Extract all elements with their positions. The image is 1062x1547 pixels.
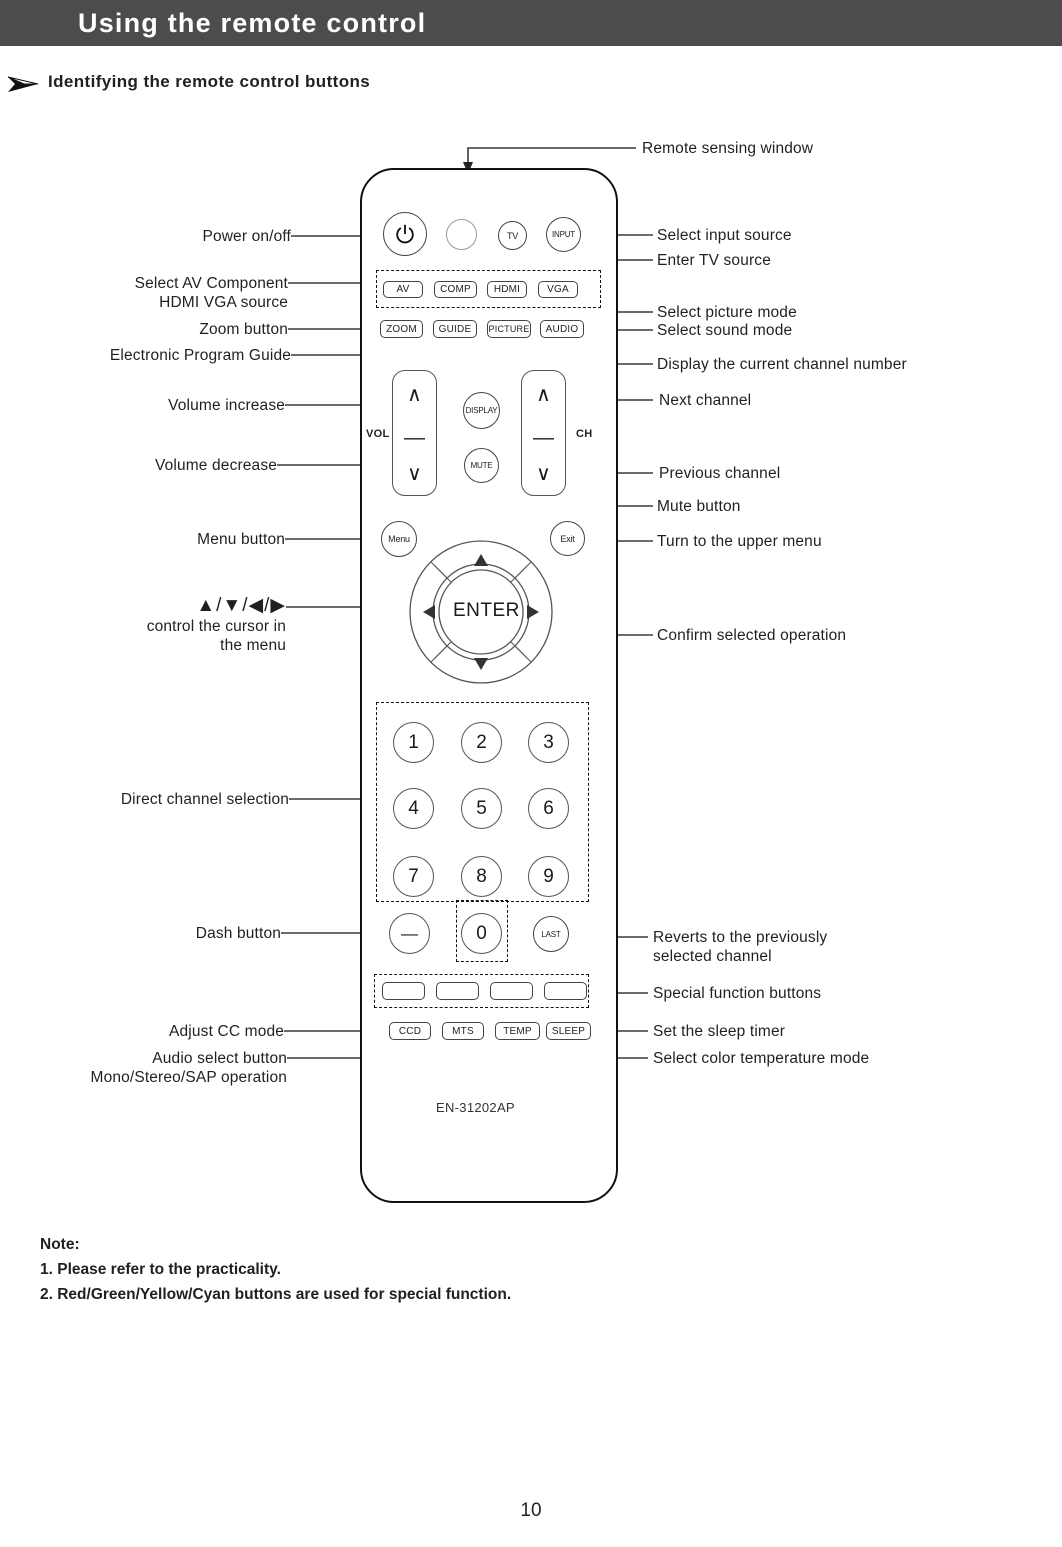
channel-up-glyph[interactable]: ∧: [522, 385, 565, 405]
cursor-glyphs: ▲/▼/◀/▶: [196, 595, 286, 616]
volume-rocker[interactable]: ∧ — ∨: [392, 370, 437, 496]
callout-menu: Menu button: [197, 531, 285, 548]
volume-mid-glyph: —: [404, 426, 425, 449]
num-3-button[interactable]: 3: [528, 722, 569, 763]
zero-button[interactable]: 0: [461, 913, 502, 954]
channel-down-glyph[interactable]: ∨: [522, 464, 565, 484]
num-9-button[interactable]: 9: [528, 856, 569, 897]
num-1-button[interactable]: 1: [393, 722, 434, 763]
callout-last-channel: Reverts to the previously selected chann…: [653, 929, 828, 965]
green-function-button[interactable]: [436, 982, 479, 1000]
num-7-button[interactable]: 7: [393, 856, 434, 897]
channel-rocker[interactable]: ∧ — ∨: [521, 370, 566, 496]
page-title: Using the remote control: [78, 8, 427, 38]
callout-sensing-window: Remote sensing window: [642, 140, 814, 157]
guide-button[interactable]: GUIDE: [433, 320, 477, 338]
audio-button[interactable]: AUDIO: [540, 320, 584, 338]
yellow-function-button[interactable]: [490, 982, 533, 1000]
temp-button[interactable]: TEMP: [495, 1022, 540, 1040]
nav-left-arrow-icon: [423, 605, 435, 619]
ccd-button[interactable]: CCD: [389, 1022, 431, 1040]
exit-button[interactable]: Exit: [550, 521, 585, 556]
callout-display-channel: Display the current channel number: [657, 356, 907, 373]
num-5-button[interactable]: 5: [461, 788, 502, 829]
num-4-button[interactable]: 4: [393, 788, 434, 829]
cyan-function-button[interactable]: [544, 982, 587, 1000]
callout-cc: Adjust CC mode: [169, 1023, 284, 1040]
num-6-button[interactable]: 6: [528, 788, 569, 829]
callout-special-function: Special function buttons: [653, 985, 822, 1002]
callout-mute: Mute button: [657, 498, 741, 515]
model-number: EN-31202AP: [436, 1100, 515, 1115]
callout-picture-mode: Select picture mode: [657, 304, 797, 321]
vol-label: VOL: [366, 428, 390, 440]
callout-epg: Electronic Program Guide: [109, 347, 291, 364]
callout-volume-up: Volume increase: [168, 397, 285, 414]
manual-page: Using the remote control Identifying the…: [0, 0, 1062, 1547]
page-number: 10: [520, 1500, 542, 1521]
av-button[interactable]: AV: [383, 281, 423, 298]
note-title: Note:: [40, 1236, 80, 1253]
power-button[interactable]: [383, 212, 427, 256]
callout-input-source: Select input source: [657, 227, 792, 244]
mts-button[interactable]: MTS: [442, 1022, 484, 1040]
callout-volume-down: Volume decrease: [154, 457, 277, 474]
comp-button[interactable]: COMP: [434, 281, 477, 298]
volume-down-glyph[interactable]: ∨: [393, 464, 436, 484]
red-function-button[interactable]: [382, 982, 425, 1000]
sleep-button[interactable]: SLEEP: [546, 1022, 591, 1040]
callout-cursor: ▲/▼/◀/▶ control the cursor in the menu: [20, 595, 286, 655]
callout-audio-select: Audio select button Mono/Stereo/SAP oper…: [90, 1050, 287, 1086]
enter-button-label[interactable]: ENTER: [453, 600, 520, 622]
callout-source: Select AV Component HDMI VGA source: [134, 275, 288, 311]
nav-up-arrow-icon: [474, 554, 488, 566]
callout-confirm: Confirm selected operation: [657, 627, 847, 644]
tv-button[interactable]: TV: [498, 221, 527, 250]
channel-mid-glyph: —: [533, 426, 554, 449]
section-heading: Identifying the remote control buttons: [48, 72, 371, 91]
num-8-button[interactable]: 8: [461, 856, 502, 897]
callout-direct-channel: Direct channel selection: [120, 791, 289, 808]
callout-sound-mode: Select sound mode: [657, 322, 793, 339]
volume-up-glyph[interactable]: ∧: [393, 385, 436, 405]
input-button[interactable]: INPUT: [546, 217, 581, 252]
callout-next-channel: Next channel: [659, 392, 752, 409]
vga-button[interactable]: VGA: [538, 281, 578, 298]
arrowhead-icon: [7, 76, 39, 92]
power-icon: [396, 224, 414, 244]
display-button[interactable]: DISPLAY: [463, 392, 500, 429]
led-indicator: [446, 219, 477, 250]
callout-dash: Dash button: [195, 925, 281, 942]
ch-label: CH: [576, 428, 593, 440]
dash-button[interactable]: —: [389, 913, 430, 954]
picture-button[interactable]: PICTURE: [487, 320, 531, 338]
nav-down-arrow-icon: [474, 658, 488, 670]
last-button[interactable]: LAST: [533, 916, 569, 952]
callout-power: Power on/off: [202, 228, 291, 245]
callout-zoom: Zoom button: [199, 321, 288, 338]
note-block: Note: 1. Please refer to the practicalit…: [40, 1232, 511, 1307]
mute-button[interactable]: MUTE: [464, 448, 499, 483]
num-2-button[interactable]: 2: [461, 722, 502, 763]
callout-tv-source: Enter TV source: [657, 252, 771, 269]
callout-previous-channel: Previous channel: [659, 465, 781, 482]
nav-right-arrow-icon: [527, 605, 539, 619]
hdmi-button[interactable]: HDMI: [487, 281, 527, 298]
callout-color-temp: Select color temperature mode: [653, 1050, 870, 1067]
callout-upper-menu: Turn to the upper menu: [657, 533, 822, 550]
note-item-2: 2. Red/Green/Yellow/Cyan buttons are use…: [40, 1286, 512, 1303]
note-item-1: 1. Please refer to the practicality.: [40, 1261, 281, 1278]
zoom-button[interactable]: ZOOM: [380, 320, 423, 338]
callout-sleep-timer: Set the sleep timer: [653, 1023, 786, 1040]
